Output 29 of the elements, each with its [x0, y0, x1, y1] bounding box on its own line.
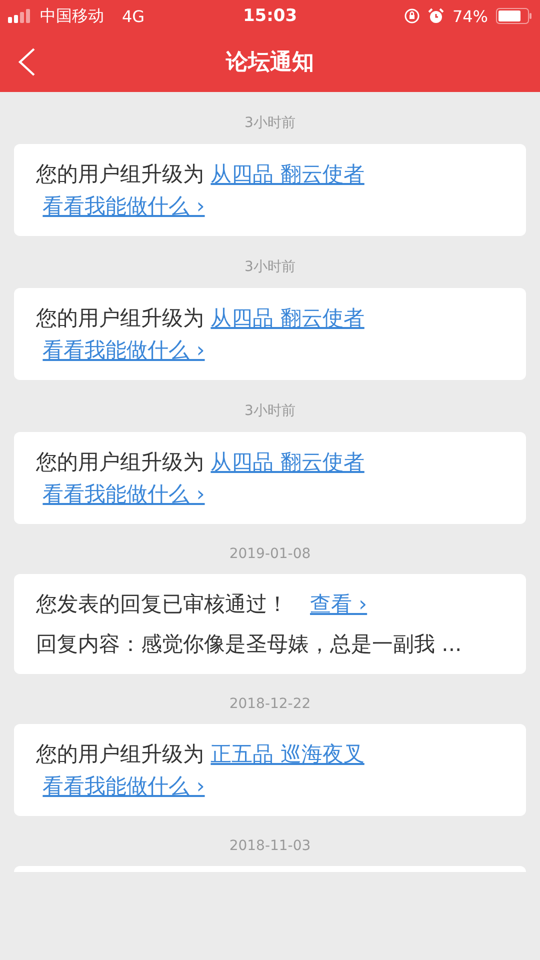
reply-message: 您发表的回复已审核通过！	[36, 592, 288, 616]
page-title: 论坛通知	[226, 49, 314, 77]
notice-time: 2019-01-08	[229, 546, 311, 562]
view-link[interactable]: 查看 ›	[310, 592, 368, 616]
reply-content: 回复内容：感觉你像是圣母婊，总是一副我 ...	[36, 631, 463, 658]
group-link[interactable]: 正五品 巡海夜叉	[210, 742, 364, 766]
group-link[interactable]: 从四品 翻云使者	[210, 450, 364, 474]
network-type: 4G	[122, 6, 145, 26]
permissions-link[interactable]: 看看我能做什么 ›	[42, 774, 205, 798]
group-link[interactable]: 从四品 翻云使者	[210, 306, 364, 330]
notice-time: 2018-11-03	[229, 838, 311, 854]
battery-icon	[496, 8, 532, 24]
upgrade-message: 您的用户组升级为 从四品 翻云使者 看看我能做什么 ›	[36, 449, 366, 508]
group-link[interactable]: 从四品 翻云使者	[210, 162, 364, 186]
notice-time: 3小时前	[244, 402, 296, 420]
rotation-lock-icon	[404, 8, 420, 24]
alarm-icon	[428, 8, 444, 24]
battery-percent: 74%	[452, 6, 488, 26]
status-time: 15:03	[242, 6, 298, 26]
upgrade-message: 您的用户组升级为 从四品 翻云使者 看看我能做什么 ›	[36, 305, 366, 364]
notice-time: 2018-12-22	[229, 696, 311, 712]
notice-time: 3小时前	[244, 258, 296, 276]
permissions-link[interactable]: 看看我能做什么 ›	[42, 338, 205, 362]
permissions-link[interactable]: 看看我能做什么 ›	[42, 194, 205, 218]
notice-time: 3小时前	[244, 114, 296, 132]
upgrade-message: 您的用户组升级为 正五品 巡海夜叉 看看我能做什么 ›	[36, 741, 366, 800]
permissions-link[interactable]: 看看我能做什么 ›	[42, 482, 205, 506]
carrier-name: 中国移动	[40, 6, 104, 26]
upgrade-message: 您的用户组升级为 从四品 翻云使者 看看我能做什么 ›	[36, 161, 366, 220]
